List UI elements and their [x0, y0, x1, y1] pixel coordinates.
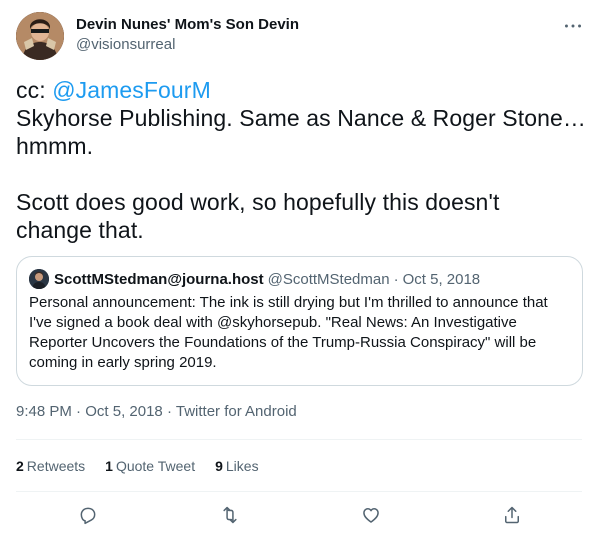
- quoted-separator: ·: [393, 270, 399, 288]
- quoted-handle: @ScottMStedman: [267, 270, 390, 288]
- divider-bottom: [16, 491, 582, 492]
- more-dots-icon: [564, 24, 582, 28]
- quotes-stat[interactable]: 1 Quote Tweet: [105, 458, 195, 474]
- heart-icon: [363, 508, 379, 523]
- likes-label: Likes: [225, 458, 259, 474]
- tweet-header: Devin Nunes' Mom's Son Devin @visionsurr…: [16, 12, 584, 60]
- divider-top: [16, 439, 582, 440]
- quoted-tweet-text: Personal announcement: The ink is still …: [29, 293, 574, 373]
- tweet-time[interactable]: 9:48 PM: [16, 403, 72, 420]
- retweets-stat[interactable]: 2 Retweets: [16, 458, 85, 474]
- quotes-count: 1: [105, 458, 113, 474]
- more-options-button[interactable]: [562, 16, 584, 36]
- author-display-name[interactable]: Devin Nunes' Mom's Son Devin: [76, 15, 299, 35]
- tweet-line-2: Skyhorse Publishing. Same as Nance & Rog…: [16, 105, 586, 131]
- retweet-icon: [223, 506, 237, 524]
- avatar-icon: [16, 12, 64, 60]
- tweet-text: cc: @JamesFourM Skyhorse Publishing. Sam…: [16, 76, 586, 244]
- meta-separator-2: ·: [166, 403, 172, 420]
- likes-count: 9: [215, 458, 223, 474]
- author-avatar[interactable]: [16, 12, 64, 60]
- quoted-tweet-card[interactable]: ScottMStedman@journa.host @ScottMStedman…: [16, 256, 583, 386]
- share-icon: [505, 506, 519, 524]
- reply-button[interactable]: [74, 501, 102, 529]
- quoted-avatar-icon: [29, 269, 49, 289]
- tweet-line-3: hmmm.: [16, 133, 94, 159]
- quoted-author-avatar: [29, 269, 49, 289]
- meta-separator-1: ·: [76, 403, 82, 420]
- tweet-detail: Devin Nunes' Mom's Son Devin @visionsurr…: [0, 0, 598, 539]
- quotes-label: Quote Tweet: [115, 458, 196, 474]
- quoted-line-1: Personal announcement: The ink is still …: [29, 294, 548, 311]
- quoted-tweet-header: ScottMStedman@journa.host @ScottMStedman…: [29, 269, 480, 289]
- author-names: Devin Nunes' Mom's Son Devin @visionsurr…: [76, 15, 299, 55]
- reply-icon: [80, 507, 96, 525]
- likes-stat[interactable]: 9 Likes: [215, 458, 258, 474]
- tweet-timestamp: 9:48 PM · Oct 5, 2018 · Twitter for Andr…: [16, 402, 297, 422]
- mention-link[interactable]: @JamesFourM: [52, 77, 211, 103]
- cc-prefix: cc:: [16, 77, 53, 103]
- tweet-line-4: Scott does good work, so hopefully this …: [16, 189, 500, 215]
- tweet-stats: 2 Retweets 1 Quote Tweet 9 Likes: [16, 456, 279, 476]
- retweets-count: 2: [16, 458, 24, 474]
- tweet-line-1: cc: @JamesFourM: [16, 76, 586, 104]
- like-button[interactable]: [357, 501, 385, 529]
- quoted-line-4: coming in early spring 2019.: [29, 354, 217, 371]
- tweet-date[interactable]: Oct 5, 2018: [85, 403, 163, 420]
- quoted-display-name: ScottMStedman@journa.host: [54, 270, 264, 288]
- quoted-line-2: I've signed a book deal with @skyhorsepu…: [29, 314, 517, 331]
- retweet-button[interactable]: [216, 501, 244, 529]
- tweet-source[interactable]: Twitter for Android: [176, 403, 297, 420]
- share-button[interactable]: [498, 501, 526, 529]
- tweet-line-5: change that.: [16, 217, 144, 243]
- quoted-date: Oct 5, 2018: [402, 270, 481, 288]
- retweets-label: Retweets: [26, 458, 86, 474]
- author-handle[interactable]: @visionsurreal: [76, 35, 299, 55]
- quoted-line-3: Reporter Uncovers the Foundations of the…: [29, 334, 537, 351]
- tweet-actions: [16, 501, 582, 529]
